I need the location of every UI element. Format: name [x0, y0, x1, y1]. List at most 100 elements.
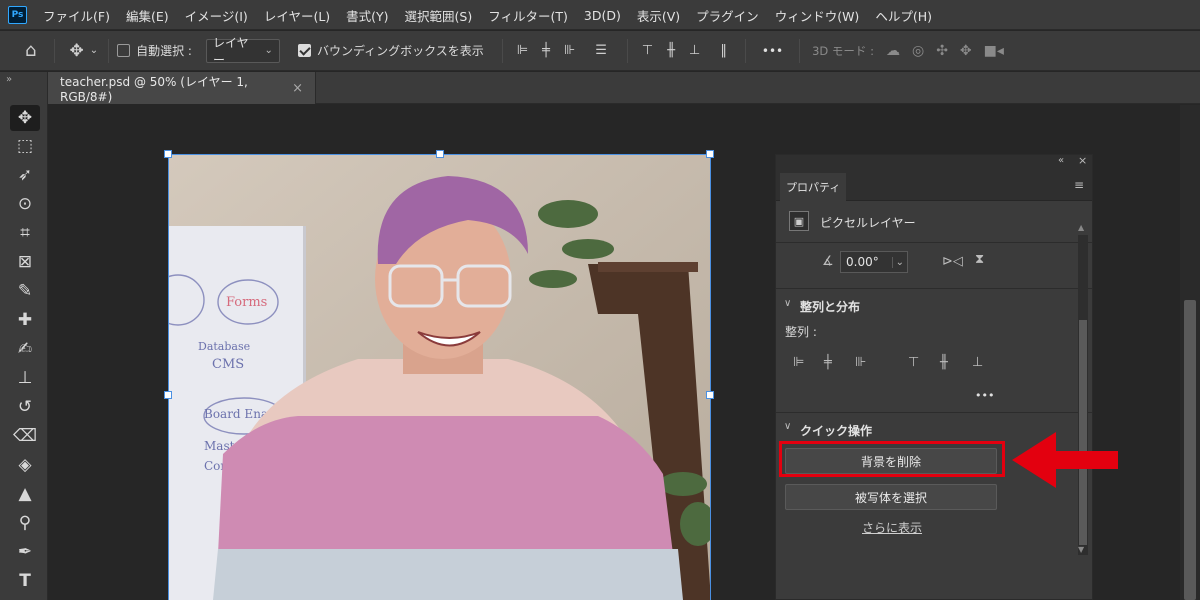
brush-icon[interactable]: ✍	[10, 336, 40, 362]
quick-select-icon[interactable]: ⊙	[10, 191, 40, 217]
move-tool-icon[interactable]: ✥	[69, 41, 83, 61]
camera-3d-icon[interactable]: ■◂	[984, 43, 1004, 59]
stamp-icon[interactable]: ⊥	[10, 365, 40, 391]
show-more-link[interactable]: さらに表示	[862, 519, 922, 536]
divider	[108, 38, 110, 63]
align-bottom-icon[interactable]: ⊥	[689, 43, 700, 58]
3d-mode-label: 3D モード :	[812, 43, 874, 58]
transform-handle[interactable]	[164, 391, 172, 399]
menu-type[interactable]: 書式(Y)	[346, 6, 388, 25]
align-bottom-icon[interactable]: ⊥	[972, 355, 983, 370]
frame-icon[interactable]: ⊠	[10, 249, 40, 275]
menu-3d[interactable]: 3D(D)	[584, 8, 621, 23]
chevron-down-icon[interactable]: ⌄	[90, 45, 98, 56]
healing-icon[interactable]: ✚	[10, 307, 40, 333]
transform-handle[interactable]	[436, 150, 444, 158]
menu-window[interactable]: ウィンドウ(W)	[775, 6, 860, 25]
auto-select-dropdown[interactable]: レイヤー ⌄	[205, 36, 280, 67]
layer-type-label: ピクセルレイヤー	[820, 216, 916, 230]
roll-3d-icon[interactable]: ◎	[912, 43, 924, 59]
divider	[626, 38, 628, 63]
divider	[776, 412, 1092, 413]
menu-edit[interactable]: 編集(E)	[126, 6, 169, 25]
crop-icon[interactable]: ⌗	[10, 220, 40, 246]
options-bar: ⌂ ✥ ⌄ 自動選択 : レイヤー ⌄ バウンディングボックスを表示 ⊫ ╪ ⊪…	[0, 31, 1200, 71]
panel-menu-icon[interactable]: ≡	[1074, 178, 1084, 192]
menu-help[interactable]: ヘルプ(H)	[875, 6, 932, 25]
align-top-icon[interactable]: ⊤	[908, 355, 919, 370]
history-brush-icon[interactable]: ↺	[10, 394, 40, 420]
zoom-icon[interactable]: ⚲	[10, 510, 40, 536]
angle-value: 0.00°	[846, 255, 879, 269]
align-left-icon[interactable]: ⊫	[517, 43, 528, 58]
quick-actions-title[interactable]: クイック操作	[800, 422, 872, 439]
align-more-button[interactable]: •••	[975, 389, 994, 402]
properties-panel: « × プロパティ ≡ ▣ ピクセルレイヤー ∡ 0.00° ⌄ ⊳◁ ⧗ ∨ …	[775, 154, 1093, 600]
divider	[799, 38, 801, 63]
auto-select-value: レイヤー	[212, 35, 249, 67]
flip-horizontal-icon[interactable]: ⊳◁	[942, 254, 963, 269]
type-icon[interactable]: T	[10, 568, 40, 594]
align-top-icon[interactable]: ⊤	[642, 43, 653, 58]
chevron-down-icon[interactable]: ∨	[784, 421, 791, 432]
vertical-scrollbar-thumb[interactable]	[1184, 300, 1196, 600]
collapse-icon[interactable]: »	[6, 74, 12, 85]
angle-field[interactable]: 0.00° ⌄	[840, 251, 908, 273]
menu-select[interactable]: 選択範囲(S)	[405, 6, 473, 25]
align-section-title[interactable]: 整列と分布	[800, 298, 860, 315]
scroll-up-icon[interactable]: ▲	[1078, 223, 1084, 232]
chevron-down-icon: ⌄	[264, 45, 273, 56]
collapse-panel-icon[interactable]: «	[1058, 155, 1064, 166]
lasso-icon[interactable]: ➶	[10, 162, 40, 188]
bounding-box[interactable]	[164, 150, 714, 600]
auto-select-label: 自動選択 :	[136, 44, 192, 58]
transform-handle[interactable]	[706, 150, 714, 158]
menu-plugins[interactable]: プラグイン	[696, 6, 759, 25]
chevron-down-icon[interactable]: ∨	[784, 298, 791, 309]
align-right-icon[interactable]: ⊪	[564, 43, 575, 58]
menu-image[interactable]: イメージ(I)	[185, 6, 248, 25]
select-subject-button[interactable]: 被写体を選択	[785, 484, 997, 510]
move-icon[interactable]: ✥	[10, 105, 40, 131]
distribute-v-icon[interactable]: ‖	[720, 43, 727, 58]
scroll-down-icon[interactable]: ▼	[1078, 545, 1084, 554]
paint-bucket-icon[interactable]: ◈	[10, 452, 40, 478]
auto-select-checkbox[interactable]	[117, 44, 131, 57]
distribute-icon[interactable]: ☰	[595, 43, 607, 58]
panel-header: « ×	[776, 154, 1092, 171]
menu-bar: Ps ファイル(F) 編集(E) イメージ(I) レイヤー(L) 書式(Y) 選…	[0, 0, 1200, 30]
document-tab[interactable]: teacher.psd @ 50% (レイヤー 1, RGB/8#) ×	[48, 72, 316, 104]
bounding-box-checkbox[interactable]	[297, 44, 311, 57]
menu-view[interactable]: 表示(V)	[637, 6, 680, 25]
shape-triangle-icon[interactable]: ▲	[10, 481, 40, 507]
close-panel-icon[interactable]: ×	[1078, 154, 1087, 167]
transform-handle[interactable]	[164, 150, 172, 158]
tab-properties[interactable]: プロパティ	[780, 173, 847, 201]
pixel-layer-icon: ▣	[789, 211, 809, 231]
align-middle-v-icon[interactable]: ╫	[667, 43, 675, 58]
align-right-icon[interactable]: ⊪	[855, 355, 866, 370]
slide-3d-icon[interactable]: ✥	[960, 43, 972, 59]
eyedropper-icon[interactable]: ✎	[10, 278, 40, 304]
orbit-3d-icon[interactable]: ☁	[886, 43, 900, 59]
menu-filter[interactable]: フィルター(T)	[488, 6, 568, 25]
menu-layer[interactable]: レイヤー(L)	[264, 6, 330, 25]
properties-tabs: プロパティ ≡	[776, 171, 1092, 201]
home-icon[interactable]: ⌂	[25, 40, 36, 61]
pan-3d-icon[interactable]: ✣	[936, 43, 948, 59]
align-center-h-icon[interactable]: ╪	[542, 43, 550, 58]
pen-icon[interactable]: ✒	[10, 539, 40, 565]
marquee-icon[interactable]: ⬚	[10, 133, 40, 159]
menu-items: ファイル(F) 編集(E) イメージ(I) レイヤー(L) 書式(Y) 選択範囲…	[43, 0, 948, 30]
menu-file[interactable]: ファイル(F)	[43, 6, 110, 25]
divider	[501, 38, 503, 63]
divider	[776, 242, 1092, 243]
transform-handle[interactable]	[706, 391, 714, 399]
close-icon[interactable]: ×	[292, 81, 303, 96]
align-left-icon[interactable]: ⊫	[793, 355, 804, 370]
more-options-button[interactable]: •••	[762, 44, 783, 58]
align-center-h-icon[interactable]: ╪	[824, 355, 832, 370]
align-middle-v-icon[interactable]: ╫	[940, 355, 948, 370]
flip-vertical-icon[interactable]: ⧗	[975, 252, 984, 267]
eraser-icon[interactable]: ⌫	[10, 423, 40, 449]
